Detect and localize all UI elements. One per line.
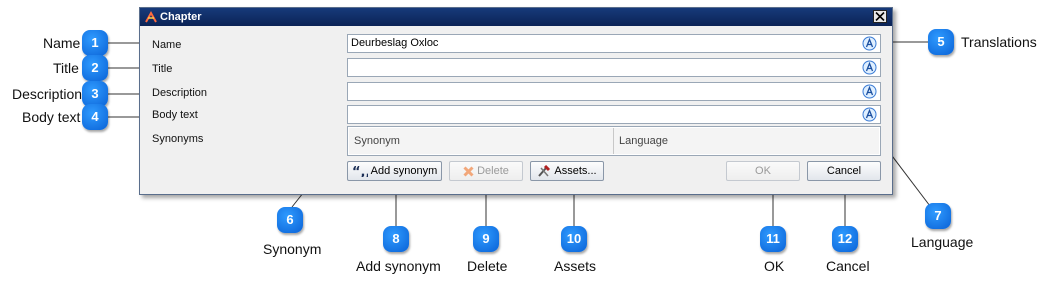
description-field[interactable]	[347, 82, 881, 101]
dialog-titlebar[interactable]: Chapter	[140, 8, 892, 26]
chapter-app-icon	[145, 10, 157, 23]
language-column-header[interactable]: Language	[614, 128, 879, 154]
translate-icon[interactable]	[862, 36, 877, 51]
title-label: Title	[152, 63, 173, 75]
callout-badge-9: 9	[473, 226, 499, 252]
callout-badge-4: 4	[82, 104, 108, 130]
callout-badge-8: 8	[383, 226, 409, 252]
callout-text-synonym: Synonym	[263, 241, 322, 257]
callout-text-delete: Delete	[467, 258, 508, 274]
chapter-dialog: Chapter Name Title Description Body text…	[139, 7, 893, 195]
synonyms-grid[interactable]: Synonym Language	[347, 126, 881, 156]
synonym-column-header[interactable]: Synonym	[349, 128, 614, 154]
close-icon	[875, 12, 885, 21]
callout-badge-11: 11	[760, 226, 786, 252]
name-label: Name	[152, 39, 182, 51]
ok-button[interactable]: OK	[726, 161, 800, 181]
callout-badge-5: 5	[928, 29, 954, 55]
translate-icon[interactable]	[862, 84, 877, 99]
callout-text-title: Title	[53, 60, 79, 76]
callout-text-translations: Translations	[961, 34, 1037, 50]
dialog-title: Chapter	[160, 11, 202, 23]
translate-icon[interactable]	[862, 60, 877, 75]
body-text-field[interactable]	[347, 105, 881, 124]
callout-text-name: Name	[43, 35, 81, 51]
callout-text-description: Description	[12, 86, 83, 102]
callout-text-add-synonym: Add synonym	[356, 258, 441, 274]
callout-badge-1: 1	[82, 30, 108, 56]
cancel-label: Cancel	[826, 165, 862, 178]
assets-label: Assets...	[554, 165, 597, 178]
assets-button[interactable]: Assets...	[530, 161, 604, 181]
quote-icon: “,,	[352, 165, 368, 177]
svg-text:“,,: “,,	[352, 165, 368, 177]
ok-label: OK	[755, 165, 771, 178]
add-synonym-label: Add synonym	[370, 165, 438, 178]
title-field[interactable]	[347, 58, 881, 77]
delete-label: Delete	[477, 165, 509, 178]
callout-text-ok: OK	[764, 258, 785, 274]
cancel-button[interactable]: Cancel	[807, 161, 881, 181]
body-text-label: Body text	[152, 109, 198, 121]
callout-badge-6: 6	[277, 207, 303, 233]
callout-text-cancel: Cancel	[826, 258, 870, 274]
callout-badge-12: 12	[832, 226, 858, 252]
translate-icon[interactable]	[862, 107, 877, 122]
name-field[interactable]: Deurbeslag Oxloc	[347, 34, 881, 53]
callout-text-language: Language	[911, 234, 974, 250]
callout-badge-2: 2	[82, 55, 108, 81]
callout-badge-7: 7	[925, 203, 951, 229]
callout-text-assets: Assets	[554, 258, 597, 274]
description-label: Description	[152, 87, 208, 99]
callout-text-body-text: Body text	[22, 109, 81, 125]
add-synonym-button[interactable]: “,, Add synonym	[347, 161, 442, 181]
delete-x-icon	[463, 166, 474, 177]
name-value: Deurbeslag Oxloc	[351, 37, 439, 49]
callout-badge-10: 10	[561, 226, 587, 252]
delete-button[interactable]: Delete	[449, 161, 523, 181]
close-button[interactable]	[873, 10, 887, 23]
synonyms-label: Synonyms	[152, 133, 204, 145]
tools-icon	[538, 165, 551, 177]
